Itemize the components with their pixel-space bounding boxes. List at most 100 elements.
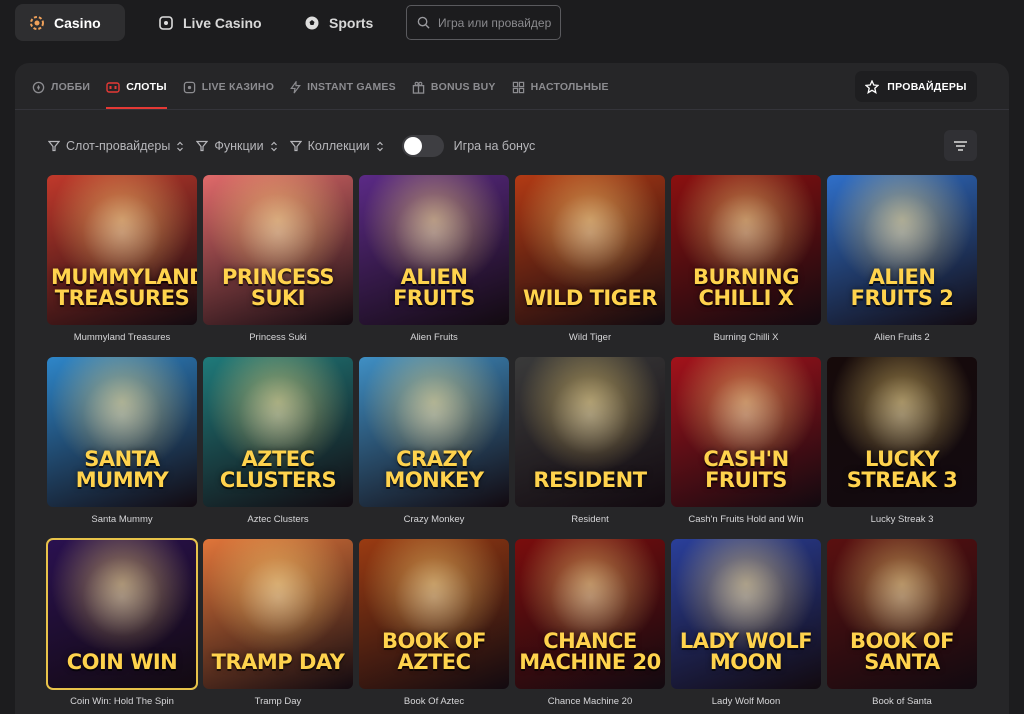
filter-icon <box>48 140 60 152</box>
category-label: LIVE КАЗИНО <box>201 81 275 93</box>
game-card[interactable]: AZTEC CLUSTERS Aztec Clusters <box>203 357 353 525</box>
game-title: Wild Tiger <box>568 332 612 343</box>
category-live-casino[interactable]: LIVE КАЗИНО <box>183 73 274 101</box>
game-card[interactable]: SANTA MUMMY Santa Mummy <box>47 357 197 525</box>
game-title: Book of Santa <box>872 696 932 707</box>
artwork-decoration <box>550 375 630 455</box>
casino-chip-icon <box>29 15 45 31</box>
game-card[interactable]: WILD TIGER Wild Tiger <box>515 175 665 343</box>
tab-casino[interactable]: Casino <box>15 4 125 41</box>
tabs-divider <box>15 109 1009 110</box>
artwork-decoration <box>394 193 474 273</box>
game-thumbnail[interactable]: CHANCE MACHINE 20 <box>515 539 665 689</box>
game-card[interactable]: MUMMYLAND TREASURES Mummyland Treasures <box>47 175 197 343</box>
artwork-decoration <box>82 193 162 273</box>
game-title: Alien Fruits 2 <box>874 332 930 343</box>
star-icon <box>865 79 880 94</box>
game-card[interactable]: PRINCESS SUKI Princess Suki <box>203 175 353 343</box>
category-label: СЛОТЫ <box>126 81 167 93</box>
game-card[interactable]: BURNING CHILLI X Burning Chilli X <box>671 175 821 343</box>
game-card[interactable]: BOOK OF SANTA Book of Santa <box>827 539 977 707</box>
game-thumbnail[interactable]: TRAMP DAY <box>203 539 353 689</box>
category-label: BONUS BUY <box>430 81 496 93</box>
game-title: Coin Win: Hold The Spin <box>70 696 174 707</box>
game-thumbnail[interactable]: BOOK OF SANTA <box>827 539 977 689</box>
soccer-ball-icon <box>304 15 320 31</box>
artwork-decoration <box>550 193 630 273</box>
search-input[interactable] <box>438 15 558 30</box>
game-thumbnail[interactable]: BURNING CHILLI X <box>671 175 821 325</box>
game-thumbnail[interactable]: AZTEC CLUSTERS <box>203 357 353 507</box>
game-card[interactable]: RESIDENT Resident <box>515 357 665 525</box>
game-thumbnail[interactable]: LUCKY STREAK 3 <box>827 357 977 507</box>
category-instant-games[interactable]: INSTANT GAMES <box>290 73 396 101</box>
game-card[interactable]: LUCKY STREAK 3 Lucky Streak 3 <box>827 357 977 525</box>
game-art-title: CHANCE MACHINE 20 <box>519 629 661 674</box>
tab-live-casino[interactable]: Live Casino <box>144 4 276 41</box>
game-thumbnail[interactable]: ALIEN FRUITS 2 <box>827 175 977 325</box>
artwork-decoration <box>238 375 318 455</box>
game-card[interactable]: LADY WOLF MOON Lady Wolf Moon <box>671 539 821 707</box>
category-slots[interactable]: СЛОТЫ <box>106 73 167 109</box>
game-thumbnail[interactable]: SANTA MUMMY <box>47 357 197 507</box>
filter-features[interactable]: Функции <box>196 139 277 153</box>
game-card[interactable]: CHANCE MACHINE 20 Chance Machine 20 <box>515 539 665 707</box>
artwork-decoration <box>862 375 942 455</box>
artwork-decoration <box>706 375 786 455</box>
tab-label: Sports <box>329 14 374 31</box>
game-art-title: LUCKY STREAK 3 <box>846 447 958 492</box>
game-art-title: TRAMP DAY <box>211 650 345 674</box>
tab-label: Casino <box>54 14 101 31</box>
game-card[interactable]: BOOK OF AZTEC Book Of Aztec <box>359 539 509 707</box>
providers-button[interactable]: ПРОВАЙДЕРЫ <box>855 71 977 102</box>
game-title: Lady Wolf Moon <box>711 696 781 707</box>
game-title: Aztec Clusters <box>247 514 309 525</box>
artwork-decoration <box>82 557 162 637</box>
game-card[interactable]: COIN WIN Coin Win: Hold The Spin <box>46 538 198 707</box>
category-label: ЛОББИ <box>51 81 91 93</box>
game-art-title: RESIDENT <box>533 468 647 492</box>
game-thumbnail[interactable]: RESIDENT <box>515 357 665 507</box>
game-card[interactable]: TRAMP DAY Tramp Day <box>203 539 353 707</box>
filter-slot-providers[interactable]: Слот-провайдеры <box>48 139 184 153</box>
top-navigation: Casino Live Casino Sports <box>0 0 1024 52</box>
game-card[interactable]: CRAZY MONKEY Crazy Monkey <box>359 357 509 525</box>
game-thumbnail[interactable]: MUMMYLAND TREASURES <box>47 175 197 325</box>
game-thumbnail[interactable]: ALIEN FRUITS <box>359 175 509 325</box>
game-art-title: BOOK OF AZTEC <box>382 629 487 674</box>
live-icon <box>183 81 196 94</box>
game-card[interactable]: CASH'N FRUITS Cash'n Fruits Hold and Win <box>671 357 821 525</box>
sort-button[interactable] <box>944 130 977 161</box>
game-art-title: BOOK OF SANTA <box>850 629 955 674</box>
category-label: НАСТОЛЬНЫЕ <box>530 81 609 93</box>
chevron-updown-icon <box>376 141 384 152</box>
category-lobby[interactable]: ЛОББИ <box>32 73 90 101</box>
game-card[interactable]: ALIEN FRUITS 2 Alien Fruits 2 <box>827 175 977 343</box>
game-thumbnail[interactable]: COIN WIN <box>46 538 198 690</box>
grid-icon <box>512 81 525 94</box>
game-thumbnail[interactable]: CRAZY MONKEY <box>359 357 509 507</box>
tab-sports[interactable]: Sports <box>290 4 387 41</box>
artwork-decoration <box>706 557 786 637</box>
filter-label: Функции <box>214 139 264 153</box>
game-card[interactable]: ALIEN FRUITS Alien Fruits <box>359 175 509 343</box>
game-thumbnail[interactable]: CASH'N FRUITS <box>671 357 821 507</box>
game-thumbnail[interactable]: BOOK OF AZTEC <box>359 539 509 689</box>
game-title: Lucky Streak 3 <box>870 514 934 525</box>
game-art-title: CASH'N FRUITS <box>703 447 789 492</box>
artwork-decoration <box>862 557 942 637</box>
chevron-updown-icon <box>270 141 278 152</box>
game-thumbnail[interactable]: PRINCESS SUKI <box>203 175 353 325</box>
category-table-games[interactable]: НАСТОЛЬНЫЕ <box>512 73 609 101</box>
filter-collections[interactable]: Коллекции <box>289 139 384 153</box>
game-title: Princess Suki <box>249 332 307 343</box>
bonus-play-toggle[interactable] <box>401 135 444 157</box>
game-title: Resident <box>571 514 609 525</box>
game-title: Crazy Monkey <box>403 514 465 525</box>
game-art-title: ALIEN FRUITS <box>393 265 475 310</box>
game-thumbnail[interactable]: LADY WOLF MOON <box>671 539 821 689</box>
category-bonus-buy[interactable]: BONUS BUY <box>412 73 496 101</box>
game-thumbnail[interactable]: WILD TIGER <box>515 175 665 325</box>
search-box[interactable] <box>406 5 561 40</box>
sort-lines-icon <box>953 140 968 152</box>
